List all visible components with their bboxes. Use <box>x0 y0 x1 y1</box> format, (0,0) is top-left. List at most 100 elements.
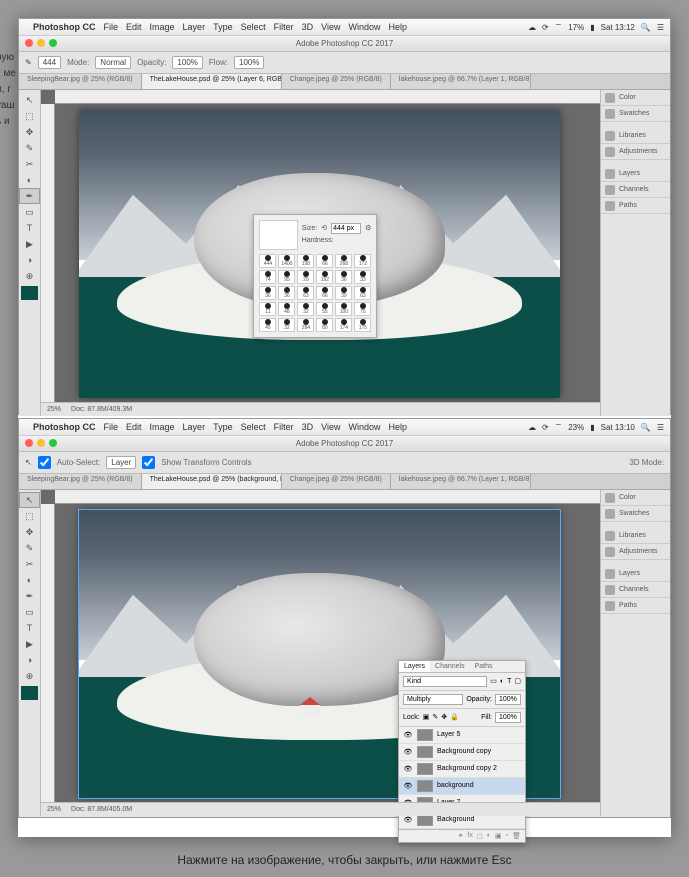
healing-tool-icon[interactable]: ◐ <box>19 572 40 588</box>
panel-paths[interactable]: Paths <box>601 198 670 214</box>
menu-type[interactable]: Type <box>213 22 233 32</box>
minimize-icon[interactable] <box>37 439 45 447</box>
new-layer-icon[interactable]: ▫ <box>506 832 508 840</box>
foreground-color[interactable] <box>21 686 38 700</box>
visibility-icon[interactable]: 👁 <box>403 748 413 756</box>
panel-color[interactable]: Color <box>601 490 670 506</box>
doc-tab[interactable]: TheLakeHouse.psd @ 25% (background, RGB/… <box>142 474 282 489</box>
gear-icon[interactable]: ⚙ <box>365 224 371 232</box>
zoom-tool-icon[interactable]: ⊕ <box>19 668 40 684</box>
minimize-icon[interactable] <box>37 39 45 47</box>
brush-preset[interactable]: 95 <box>278 270 295 284</box>
panel-paths[interactable]: Paths <box>601 598 670 614</box>
lasso-tool-icon[interactable]: ✥ <box>19 124 40 140</box>
panel-swatches[interactable]: Swatches <box>601 506 670 522</box>
lock-icon[interactable]: ✎ <box>432 713 438 721</box>
tab-channels[interactable]: Channels <box>430 661 470 672</box>
zoom-tool-icon[interactable]: ⊕ <box>19 268 40 284</box>
panel-swatches[interactable]: Swatches <box>601 106 670 122</box>
tab-layers[interactable]: Layers <box>399 661 430 672</box>
brush-size-input[interactable] <box>331 223 361 234</box>
layer-row[interactable]: 👁Layer 5 <box>399 727 525 744</box>
doc-tab[interactable]: lakehouse.jpeg @ 66.7% (Layer 1, RGB/8) … <box>391 474 531 489</box>
doc-tab[interactable]: TheLakeHouse.psd @ 25% (Layer 6, RGB/8) … <box>142 74 282 89</box>
spotlight-icon[interactable]: 🔍 <box>641 23 651 32</box>
panel-layers[interactable]: Layers <box>601 566 670 582</box>
close-icon[interactable] <box>25 39 33 47</box>
app-name[interactable]: Photoshop CC <box>33 22 96 32</box>
menu-view[interactable]: View <box>321 422 340 432</box>
brush-preset[interactable]: 63 <box>297 286 314 300</box>
menu-3d[interactable]: 3D <box>302 22 314 32</box>
foreground-color[interactable] <box>21 286 38 300</box>
menu-select[interactable]: Select <box>241 22 266 32</box>
panel-channels[interactable]: Channels <box>601 582 670 598</box>
brush-preset[interactable]: 75 <box>354 302 371 316</box>
zoom-readout[interactable]: 25% <box>47 806 61 813</box>
menu-file[interactable]: File <box>104 422 119 432</box>
auto-select-checkbox[interactable] <box>38 456 51 469</box>
brush-preset[interactable]: 63 <box>354 286 371 300</box>
visibility-icon[interactable]: 👁 <box>403 816 413 824</box>
panel-libraries[interactable]: Libraries <box>601 528 670 544</box>
path-tool-icon[interactable]: ▶ <box>19 636 40 652</box>
marquee-tool-icon[interactable]: ⬚ <box>19 508 40 524</box>
panel-adjustments[interactable]: Adjustments <box>601 144 670 160</box>
brush-preset[interactable]: 100 <box>335 302 352 316</box>
brush-preset[interactable]: 66 <box>316 286 333 300</box>
brush-tool-icon[interactable]: ✒ <box>19 588 40 604</box>
menu-window[interactable]: Window <box>348 422 380 432</box>
layer-kind-filter[interactable]: Kind <box>403 676 487 687</box>
menu-view[interactable]: View <box>321 22 340 32</box>
visibility-icon[interactable]: 👁 <box>403 782 413 790</box>
eyedropper-tool-icon[interactable]: ✂ <box>19 556 40 572</box>
menu-3d[interactable]: 3D <box>302 422 314 432</box>
menu-select[interactable]: Select <box>241 422 266 432</box>
menu-image[interactable]: Image <box>150 22 175 32</box>
close-icon[interactable] <box>25 439 33 447</box>
brush-preset[interactable]: 174 <box>335 318 352 332</box>
auto-select-target[interactable]: Layer <box>106 456 136 469</box>
flip-icon[interactable]: ⟲ <box>321 224 327 232</box>
brush-preset[interactable]: 33 <box>354 270 371 284</box>
notification-icon[interactable]: ☰ <box>657 423 664 432</box>
filter-icon[interactable]: ▭ <box>490 677 497 685</box>
brush-preset[interactable]: 45 <box>259 318 276 332</box>
doc-tab[interactable]: Change.jpeg @ 25% (RGB/8) <box>282 474 391 489</box>
shape-tool-icon[interactable]: ▭ <box>19 204 40 220</box>
menu-file[interactable]: File <box>104 22 119 32</box>
brush-preset[interactable]: 32 <box>297 302 314 316</box>
menu-filter[interactable]: Filter <box>274 22 294 32</box>
doc-tab[interactable]: lakehouse.jpeg @ 66.7% (Layer 1, RGB/8) … <box>391 74 531 89</box>
lock-icon[interactable]: 🔒 <box>450 713 459 721</box>
shape-tool-icon[interactable]: ▭ <box>19 604 40 620</box>
doc-tab[interactable]: SleepingBear.jpg @ 25% (RGB/8) <box>19 474 142 489</box>
marquee-tool-icon[interactable]: ⬚ <box>19 108 40 124</box>
layer-row[interactable]: 👁Background copy <box>399 744 525 761</box>
brush-preset[interactable]: 444 <box>259 254 276 268</box>
blend-mode-select[interactable]: Normal <box>95 56 131 69</box>
menu-type[interactable]: Type <box>213 422 233 432</box>
brush-preset[interactable]: 48 <box>278 302 295 316</box>
filter-icon[interactable]: T <box>507 678 511 685</box>
group-icon[interactable]: ▣ <box>495 832 502 840</box>
menu-edit[interactable]: Edit <box>126 422 142 432</box>
zoom-icon[interactable] <box>49 439 57 447</box>
doc-tab[interactable]: SleepingBear.jpg @ 25% (RGB/8) <box>19 74 142 89</box>
lock-icon[interactable]: ✥ <box>441 713 447 721</box>
brush-preset[interactable]: 198 <box>297 254 314 268</box>
menu-help[interactable]: Help <box>388 22 407 32</box>
move-tool-preset-icon[interactable]: ↖ <box>25 458 32 467</box>
visibility-icon[interactable]: 👁 <box>403 765 413 773</box>
brush-preset[interactable]: 39 <box>335 286 352 300</box>
brush-preset[interactable]: 55 <box>316 302 333 316</box>
layer-style-icon[interactable]: fx <box>468 832 473 840</box>
type-tool-icon[interactable]: T <box>19 220 40 236</box>
trash-icon[interactable]: 🗑 <box>512 832 521 840</box>
brush-preset[interactable]: 192 <box>316 270 333 284</box>
canvas-area[interactable]: Size: ⟲ ⚙ Hardness: 44414001986626817274… <box>41 90 600 416</box>
move-tool-icon[interactable]: ↖ <box>19 92 40 108</box>
layer-fill-input[interactable]: 100% <box>495 712 521 723</box>
panel-layers[interactable]: Layers <box>601 166 670 182</box>
brush-preset[interactable]: 66 <box>316 254 333 268</box>
